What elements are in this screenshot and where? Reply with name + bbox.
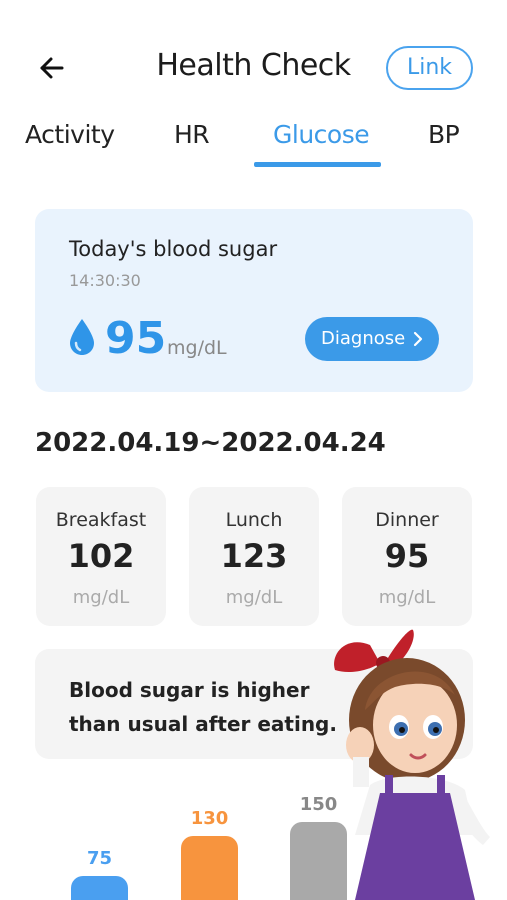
- date-range: 2022.04.19~2022.04.24: [35, 428, 386, 458]
- today-blood-sugar-card: Today's blood sugar 14:30:30 95 mg/dL Di…: [35, 209, 473, 392]
- link-button[interactable]: Link: [386, 46, 473, 90]
- diagnose-button[interactable]: Diagnose: [305, 317, 439, 361]
- meal-card-dinner: Dinner 95 mg/dL: [342, 487, 472, 626]
- today-label: Today's blood sugar: [69, 237, 278, 261]
- meal-name: Breakfast: [55, 509, 147, 531]
- tab-bar: Activity HR Glucose BP: [0, 112, 507, 172]
- meal-name: Lunch: [225, 509, 283, 531]
- meal-value: 95: [384, 537, 430, 575]
- today-value: 95: [105, 313, 167, 364]
- meal-card-breakfast: Breakfast 102 mg/dL: [36, 487, 166, 626]
- app-header: Health Check Link: [0, 38, 507, 98]
- tab-hr[interactable]: HR: [174, 120, 210, 149]
- meal-value: 102: [67, 537, 135, 575]
- diagnose-label: Diagnose: [321, 328, 406, 349]
- today-unit: mg/dL: [167, 337, 227, 359]
- insight-message: Blood sugar is higher than usual after e…: [69, 678, 337, 736]
- avatar-character: [334, 629, 490, 900]
- bar-before-meal: [71, 876, 128, 900]
- tab-bp[interactable]: BP: [428, 120, 460, 149]
- active-tab-indicator: [254, 162, 381, 167]
- water-drop-icon: [70, 319, 94, 355]
- meal-unit: mg/dL: [72, 587, 130, 608]
- tab-glucose[interactable]: Glucose: [273, 120, 370, 149]
- meal-unit: mg/dL: [378, 587, 436, 608]
- bar-label: 130: [190, 808, 229, 829]
- tab-activity[interactable]: Activity: [25, 120, 115, 149]
- chevron-right-icon: [413, 331, 423, 347]
- meal-card-lunch: Lunch 123 mg/dL: [189, 487, 319, 626]
- meal-unit: mg/dL: [225, 587, 283, 608]
- bar-after-meal: [181, 836, 238, 900]
- today-time: 14:30:30: [69, 271, 141, 290]
- meal-name: Dinner: [375, 509, 439, 531]
- bar-label: 75: [86, 848, 113, 869]
- meal-value: 123: [220, 537, 288, 575]
